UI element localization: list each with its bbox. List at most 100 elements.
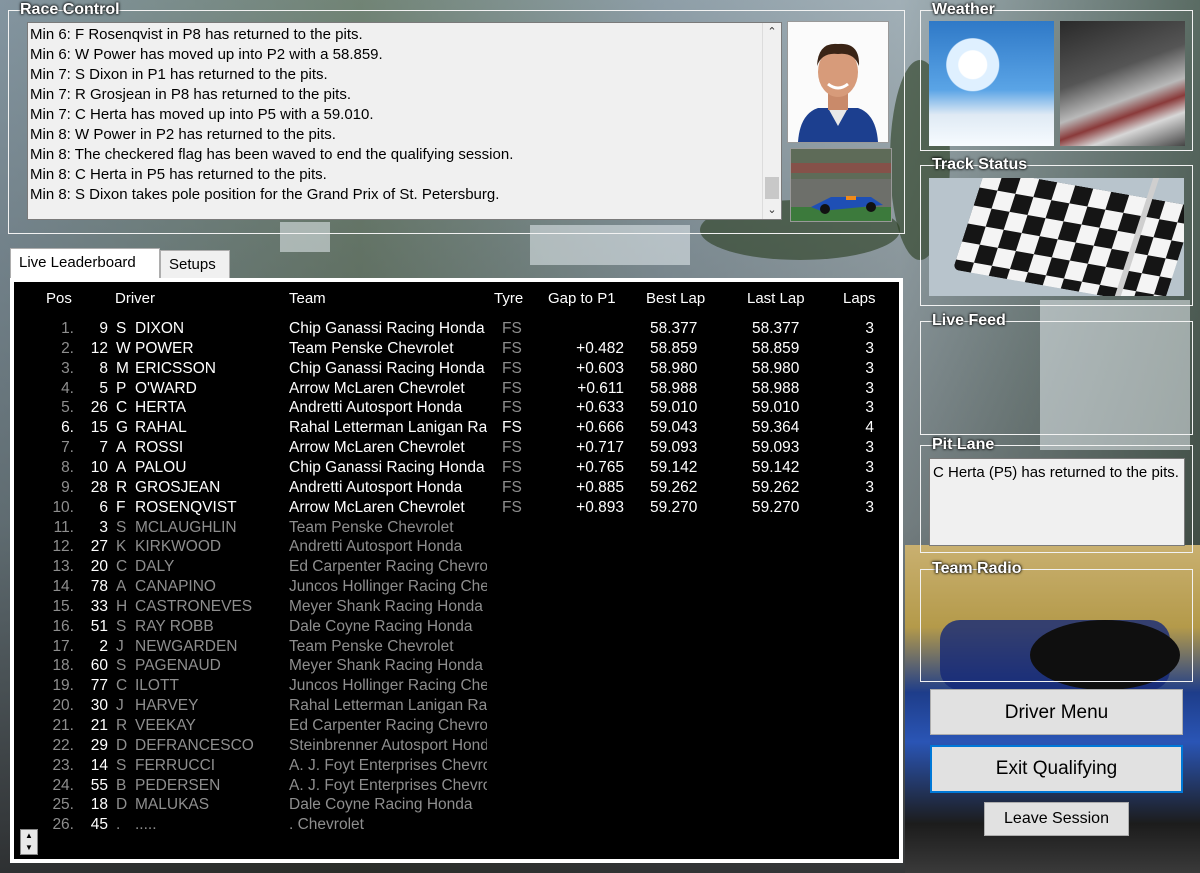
car-number-cell: 10 (90, 458, 108, 476)
driver-initial-cell: K (116, 538, 127, 556)
table-row[interactable]: 4. 5 P O'WARD Arrow McLaren Chevrolet FS +0.61… (14, 379, 899, 399)
driver-name-cell: PALOU (135, 458, 187, 476)
table-row[interactable]: 16. 51 S RAY ROBB Dale Coyne Racing Honda (14, 617, 899, 637)
table-row[interactable]: 5. 26 C HERTA Andretti Autosport Honda FS +0.6… (14, 398, 899, 418)
car-number-cell: 33 (90, 597, 108, 615)
laps-cell: 3 (865, 339, 874, 357)
scroll-down-icon[interactable]: ⌄ (763, 201, 781, 219)
driver-initial-cell: J (116, 697, 124, 715)
tab-setups[interactable]: Setups (160, 250, 230, 278)
spin-down-icon[interactable]: ▼ (21, 842, 37, 854)
table-row[interactable]: 20. 30 J HARVEY Rahal Letterman Lanigan Raci… (14, 696, 899, 716)
position-cell: 19. (52, 677, 74, 695)
car-number-cell: 12 (90, 339, 108, 357)
gap-cell: +0.666 (576, 419, 624, 437)
checkered-flag-icon (929, 178, 1184, 296)
car-number-cell: 26 (90, 399, 108, 417)
table-row[interactable]: 2. 12 W POWER Team Penske Chevrolet FS +0.482 5… (14, 339, 899, 359)
driver-initial-cell: P (116, 379, 127, 397)
table-row[interactable]: 26. 45....... Chevrolet (14, 815, 899, 835)
table-row[interactable]: 23. 14 S FERRUCCI A. J. Foyt Enterprises Che… (14, 756, 899, 776)
scroll-thumb[interactable] (765, 177, 779, 199)
table-row[interactable]: 9. 28 R GROSJEAN Andretti Autosport Honda FS +… (14, 478, 899, 498)
table-row[interactable]: 10. 6 F ROSENQVIST Arrow McLaren Chevrolet FS… (14, 498, 899, 518)
table-row[interactable]: 24. 55 B PEDERSEN A. J. Foyt Enterprises Che… (14, 776, 899, 796)
last-lap-cell: 59.270 (752, 498, 800, 516)
table-row[interactable]: 19. 77 C ILOTT Juncos Hollinger Racing Chevr… (14, 676, 899, 696)
car-number-cell: 3 (99, 518, 108, 536)
tyre-cell: FS (502, 339, 522, 357)
team-cell: Andretti Autosport Honda (289, 478, 463, 496)
table-row[interactable]: 1. 9 S DIXON Chip Ganassi Racing Honda FS 58.3… (14, 319, 899, 339)
table-row[interactable]: 13. 20 C DALY Ed Carpenter Racing Chevrolet (14, 557, 899, 577)
position-cell: 18. (52, 657, 74, 675)
position-cell: 16. (52, 617, 74, 635)
driver-initial-cell: F (116, 498, 126, 516)
race-control-scrollbar[interactable]: ⌃ ⌄ (762, 23, 781, 219)
team-radio-group: Team Radio (920, 560, 1193, 682)
track-status-title: Track Status (932, 156, 1028, 173)
weather-title: Weather (932, 1, 995, 18)
position-cell: 4. (61, 379, 74, 397)
driver-initial-cell: B (116, 776, 127, 794)
row-spinner[interactable]: ▲ ▼ (20, 829, 38, 855)
spin-up-icon[interactable]: ▲ (21, 830, 37, 842)
gap-cell: +0.885 (576, 478, 624, 496)
position-cell: 23. (52, 756, 74, 774)
table-row[interactable]: 17. 2 J NEWGARDEN Team Penske Chevrolet (14, 637, 899, 657)
team-cell: Andretti Autosport Honda (289, 399, 463, 417)
gap-cell: +0.482 (576, 339, 624, 357)
table-row[interactable]: 25. 18 D MALUKAS Dale Coyne Racing Honda (14, 795, 899, 815)
driver-initial-cell: C (116, 558, 128, 576)
laps-cell: 3 (865, 458, 874, 476)
tab-live-leaderboard[interactable]: Live Leaderboard (10, 248, 160, 278)
car-number-cell: 30 (90, 697, 108, 715)
driver-name-cell: DALY (135, 558, 175, 576)
pit-lane-title: Pit Lane (932, 436, 995, 453)
scroll-up-icon[interactable]: ⌃ (763, 23, 781, 41)
team-cell: Ed Carpenter Racing Chevrolet (289, 558, 487, 576)
team-cell: Chip Ganassi Racing Honda (289, 320, 485, 337)
car-number-cell: 14 (90, 756, 108, 774)
driver-initial-cell: G (116, 419, 129, 437)
table-row[interactable]: 3. 8 M ERICSSON Chip Ganassi Racing Honda FS +… (14, 359, 899, 379)
table-row[interactable]: 11. 3 S MCLAUGHLIN Team Penske Chevrolet (14, 518, 899, 538)
team-cell: Meyer Shank Racing Honda (289, 597, 483, 615)
table-row[interactable]: 14. 78 A CANAPINO Juncos Hollinger Racing Ch… (14, 577, 899, 597)
table-row[interactable]: 15. 33 H CASTRONEVES Meyer Shank Racing Hond… (14, 597, 899, 617)
tyre-cell: FS (502, 379, 522, 397)
exit-qualifying-button[interactable]: Exit Qualifying (930, 745, 1183, 793)
table-row[interactable]: 6. 15 G RAHAL Rahal Letterman Lanigan Racing… (14, 418, 899, 438)
laps-cell: 3 (865, 399, 874, 417)
table-row[interactable]: 8. 10 A PALOU Chip Ganassi Racing Honda FS +0.… (14, 458, 899, 478)
driver-name-cell: ERICSSON (135, 359, 216, 377)
team-cell: Team Penske Chevrolet (289, 339, 454, 357)
best-lap-cell: 58.859 (650, 339, 698, 357)
table-row[interactable]: 7. 7 A ROSSI Arrow McLaren Chevrolet FS +0.717… (14, 438, 899, 458)
car-number-cell: 51 (90, 617, 108, 635)
header-team: Team (289, 290, 326, 307)
driver-menu-button[interactable]: Driver Menu (930, 689, 1183, 735)
race-control-message: Min 6: W Power has moved up into P2 with… (30, 46, 383, 63)
best-lap-cell: 58.377 (650, 320, 698, 337)
team-cell: Steinbrenner Autosport Honda (289, 736, 487, 754)
car-number-cell: 7 (99, 439, 108, 457)
leaderboard-grid[interactable]: Pos Driver Team Tyre Gap to P1 Best Lap … (14, 282, 899, 859)
last-lap-cell: 58.988 (752, 379, 800, 397)
driver-name-cell: MALUKAS (135, 796, 210, 814)
table-row[interactable]: 18. 60 S PAGENAUD Meyer Shank Racing Honda (14, 656, 899, 676)
team-cell: A. J. Foyt Enterprises Chevrolet (289, 756, 487, 774)
leave-session-button[interactable]: Leave Session (984, 802, 1129, 836)
last-lap-cell: 59.262 (752, 478, 800, 496)
table-row[interactable]: 12. 27 K KIRKWOOD Andretti Autosport Honda (14, 537, 899, 557)
race-control-log[interactable]: Min 6: F Rosenqvist in P8 has returned t… (27, 22, 782, 220)
laps-cell: 3 (865, 320, 874, 337)
table-row[interactable]: 21. 21 R VEEKAY Ed Carpenter Racing Chevrole… (14, 716, 899, 736)
last-lap-cell: 58.980 (752, 359, 800, 377)
team-cell: Arrow McLaren Chevrolet (289, 498, 465, 516)
driver-name-cell: FERRUCCI (135, 756, 216, 774)
table-row[interactable]: 22. 29 D DEFRANCESCO Steinbrenner Autosport … (14, 736, 899, 756)
live-feed-title: Live Feed (932, 312, 1006, 329)
race-control-messages: Min 6: F Rosenqvist in P8 has returned t… (30, 25, 761, 205)
best-lap-cell: 59.043 (650, 419, 698, 437)
